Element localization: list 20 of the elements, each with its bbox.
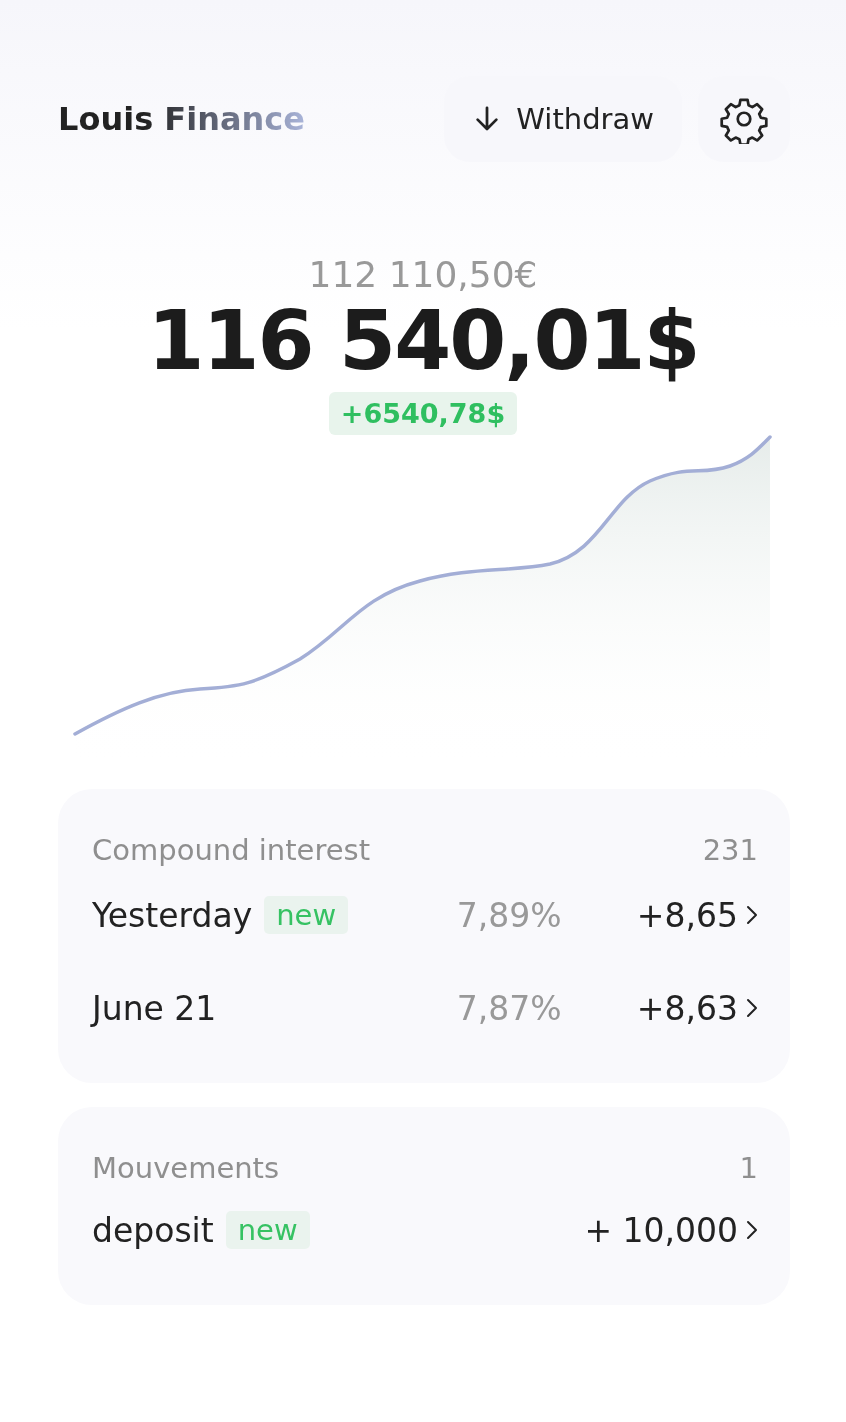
chevron-right-icon[interactable] (746, 998, 758, 1018)
row-label: Yesterday (92, 895, 253, 935)
chevron-right-icon[interactable] (746, 1220, 758, 1240)
balance-change: +6540,78$ (328, 392, 518, 435)
row-amount: +8,65 (636, 895, 738, 935)
row-label: deposit (92, 1210, 214, 1250)
new-badge: new (264, 896, 349, 934)
row-label: June 21 (92, 988, 217, 1028)
interest-rate: 7,89% (456, 895, 563, 935)
row-amount: + 10,000 (584, 1210, 738, 1250)
balance-total: 116 540,01$ (147, 293, 699, 388)
chevron-right-icon[interactable] (746, 905, 758, 925)
section-title: Compound interest (92, 833, 371, 867)
row-amount: +8,63 (636, 988, 738, 1028)
section-title: Mouvements (92, 1151, 280, 1185)
balance-euro: 112 110,50€ (308, 254, 538, 295)
section-count: 231 (702, 833, 758, 867)
interest-rate: 7,87% (456, 988, 563, 1028)
new-badge: new (225, 1211, 310, 1249)
section-count: 1 (739, 1151, 758, 1185)
